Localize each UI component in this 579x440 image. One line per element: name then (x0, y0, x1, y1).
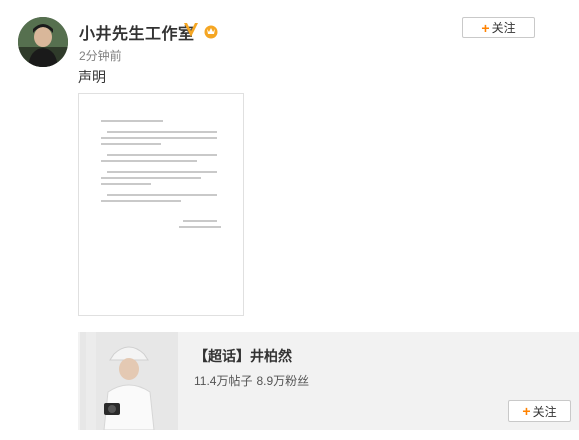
post-text: 声明 (78, 69, 106, 85)
member-badge-icon[interactable] (203, 23, 219, 39)
topic-card[interactable]: 【超话】井柏然 11.4万帖子 8.9万粉丝 + 关注 (78, 332, 579, 430)
topic-fans-count: 8.9万粉丝 (256, 374, 310, 388)
plus-icon: + (522, 403, 531, 419)
follow-button[interactable]: + 关注 (462, 17, 535, 38)
statement-document-image[interactable] (78, 93, 244, 316)
follow-label: 关注 (532, 404, 557, 419)
avatar[interactable] (18, 17, 68, 67)
user-name[interactable]: 小井先生工作室 (79, 20, 195, 44)
verified-icon (182, 21, 200, 39)
topic-card-title[interactable]: 【超话】井柏然 (194, 346, 292, 366)
topic-card-stats: 11.4万帖子 8.9万粉丝 (194, 372, 313, 389)
follow-label: 关注 (491, 21, 516, 35)
post-time[interactable]: 2分钟前 (79, 47, 122, 64)
plus-icon: + (481, 19, 490, 36)
topic-follow-button[interactable]: + 关注 (508, 400, 571, 422)
topic-posts-count: 11.4万帖子 (194, 374, 253, 388)
topic-card-image[interactable] (80, 332, 178, 430)
